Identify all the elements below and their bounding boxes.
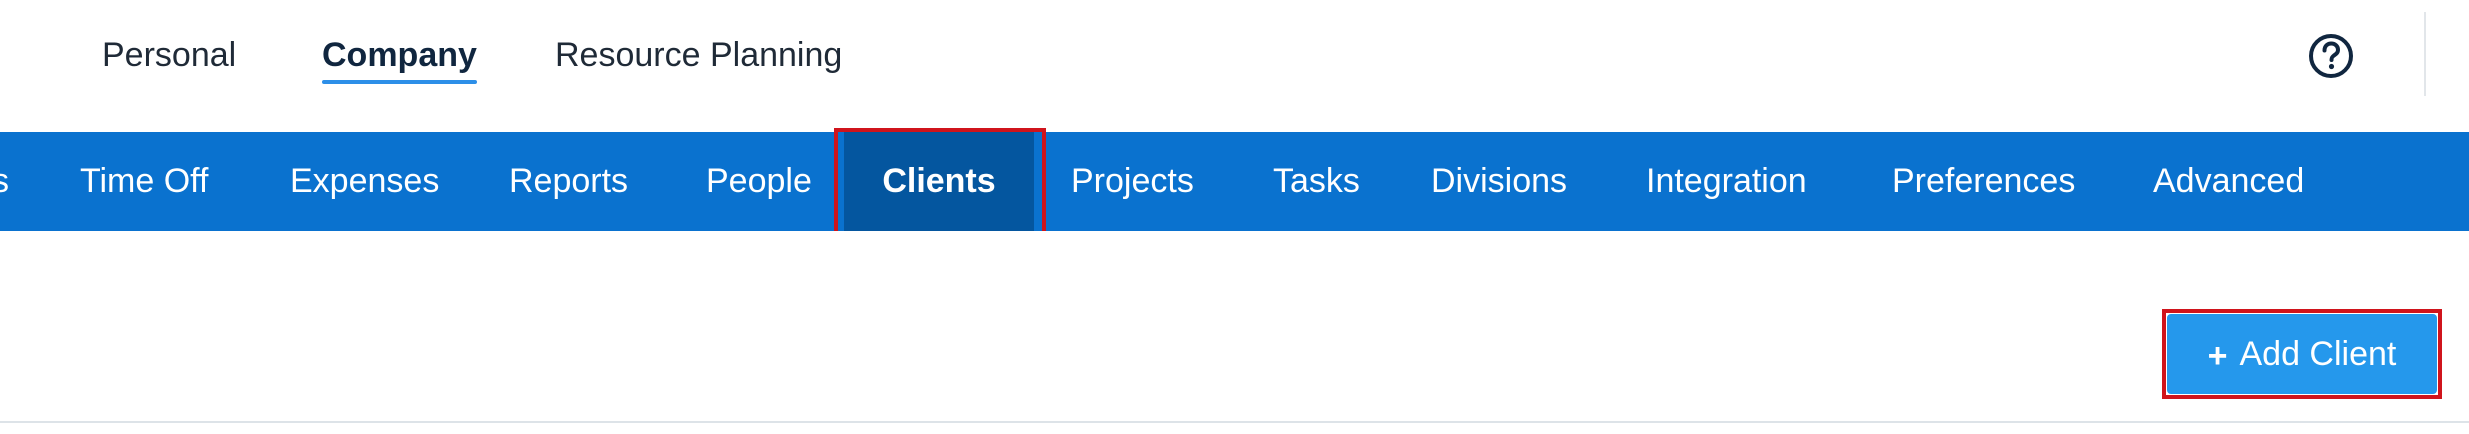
nav-item-divisions[interactable]: Divisions bbox=[1431, 132, 1567, 231]
tab-company[interactable]: Company bbox=[322, 30, 477, 84]
nav-item-preferences[interactable]: Preferences bbox=[1892, 132, 2075, 231]
add-client-label: Add Client bbox=[2239, 335, 2397, 373]
nav-item-integration[interactable]: Integration bbox=[1646, 132, 1807, 231]
question-circle-icon[interactable] bbox=[2308, 33, 2354, 79]
nav-item-time-off[interactable]: Time Off bbox=[80, 132, 208, 231]
nav-item-advanced[interactable]: Advanced bbox=[2153, 132, 2304, 231]
nav-item-truncated[interactable]: s bbox=[0, 132, 9, 231]
nav-item-tasks[interactable]: Tasks bbox=[1273, 132, 1360, 231]
tab-personal[interactable]: Personal bbox=[102, 30, 236, 80]
nav-item-reports[interactable]: Reports bbox=[509, 132, 628, 231]
nav-item-people[interactable]: People bbox=[706, 132, 812, 231]
plus-icon: + bbox=[2207, 337, 2228, 375]
nav-item-projects[interactable]: Projects bbox=[1071, 132, 1194, 231]
content-divider bbox=[0, 421, 2469, 423]
tab-resource-planning[interactable]: Resource Planning bbox=[555, 30, 842, 80]
main-navigation: s Time Off Expenses Reports People Clien… bbox=[0, 132, 2469, 231]
nav-item-clients[interactable]: Clients bbox=[844, 132, 1034, 231]
top-navigation: Personal Company Resource Planning bbox=[0, 0, 2469, 132]
nav-item-expenses[interactable]: Expenses bbox=[290, 132, 439, 231]
main-content bbox=[0, 231, 2469, 421]
top-divider bbox=[2424, 12, 2426, 96]
add-client-button[interactable]: + Add Client bbox=[2167, 314, 2437, 394]
